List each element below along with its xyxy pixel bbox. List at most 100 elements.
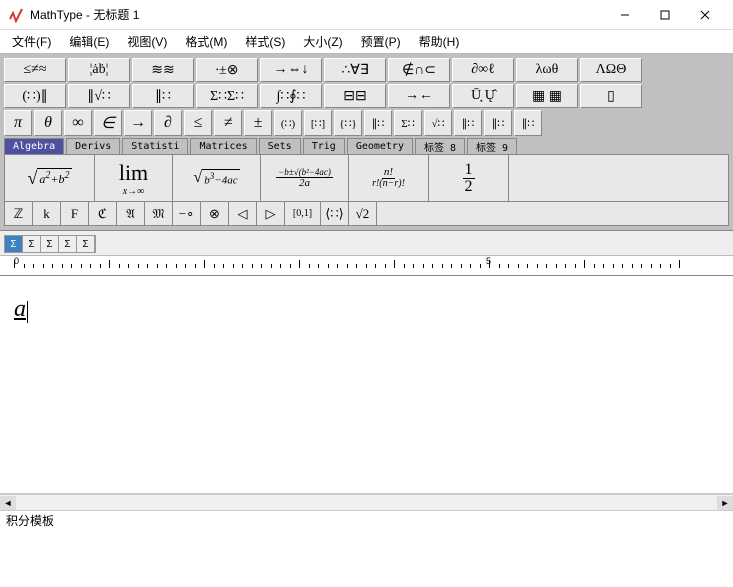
sym-sub[interactable]: ∥∷ [484, 110, 512, 136]
sym-rightarrow[interactable]: → [124, 110, 152, 136]
palette-integral[interactable]: ∫∷∮∷ [260, 84, 322, 108]
tpl-pythag[interactable]: √a2+b2 [5, 155, 95, 201]
size-btn-1[interactable]: Σ [5, 236, 23, 252]
palette-greek-uc[interactable]: ΛΩΘ [580, 58, 642, 82]
sym-plusminus[interactable]: ± [244, 110, 272, 136]
size-toolbar: Σ Σ Σ Σ Σ [4, 235, 96, 253]
menu-file[interactable]: 文件(F) [4, 30, 59, 53]
sym-m[interactable]: 𝔐 [145, 202, 173, 225]
palette-spaces[interactable]: ¦ȧḃ¦ [68, 58, 130, 82]
sym-pi[interactable]: π [4, 110, 32, 136]
sym-frac[interactable]: ∥∷ [364, 110, 392, 136]
sym-sup[interactable]: ∥∷ [454, 110, 482, 136]
sym-subsup[interactable]: ∥∷ [514, 110, 542, 136]
horizontal-scrollbar[interactable]: ◄ ► [0, 494, 733, 510]
sym-angle[interactable]: ⟨∷⟩ [321, 202, 349, 225]
template-row: √a2+b2 lim x→∞ √b3−4ac −b±√(b²−4ac)2a n!… [4, 154, 729, 202]
symbol-row-2: ℤ k F ℭ 𝔄 𝔐 −∘ ⊗ ◁ ▷ [0,1] ⟨∷⟩ √2 [4, 202, 729, 226]
sym-brace[interactable]: {∷} [334, 110, 362, 136]
minimize-button[interactable] [605, 1, 645, 29]
menu-style[interactable]: 样式(S) [237, 30, 293, 53]
sym-sqrt2[interactable]: √2 [349, 202, 377, 225]
sym-otimes[interactable]: ⊗ [201, 202, 229, 225]
palette-operators[interactable]: ∙±⊗ [196, 58, 258, 82]
equation-editor[interactable]: a [0, 276, 733, 494]
toolbar-area: ≤≠≈ ¦ȧḃ¦ ≋≋ ∙±⊗ →⇔↓ ∴∀∃ ∉∩⊂ ∂∞ℓ λωθ ΛΩΘ … [0, 54, 733, 231]
palette-subsup[interactable]: ∥∷ [132, 84, 194, 108]
palette-fractions[interactable]: ∥√∷ [68, 84, 130, 108]
size-btn-4[interactable]: Σ [59, 236, 77, 252]
palette-box[interactable]: ▯ [580, 84, 642, 108]
size-btn-2[interactable]: Σ [23, 236, 41, 252]
palette-greek-lc[interactable]: λωθ [516, 58, 578, 82]
sym-interval[interactable]: [0,1] [285, 202, 321, 225]
sym-empty[interactable] [377, 202, 728, 225]
size-btn-5[interactable]: Σ [77, 236, 95, 252]
tpl-binomial[interactable]: n!r!(n−r)! [349, 155, 429, 201]
menu-view[interactable]: 视图(V) [119, 30, 175, 53]
scroll-left-icon[interactable]: ◄ [0, 496, 16, 510]
window-title: MathType - 无标题 1 [30, 6, 605, 23]
sym-minus-o[interactable]: −∘ [173, 202, 201, 225]
sym-theta[interactable]: θ [34, 110, 62, 136]
tab-geometry[interactable]: Geometry [347, 138, 413, 154]
palette-arrows[interactable]: →⇔↓ [260, 58, 322, 82]
menu-preset[interactable]: 预置(P) [353, 30, 409, 53]
tpl-empty[interactable] [509, 155, 728, 201]
palette-fences[interactable]: (∷)∥ [4, 84, 66, 108]
size-btn-3[interactable]: Σ [41, 236, 59, 252]
palette-relational[interactable]: ≤≠≈ [4, 58, 66, 82]
tab-algebra[interactable]: Algebra [4, 138, 64, 154]
palette-misc[interactable]: ∂∞ℓ [452, 58, 514, 82]
sym-tri-left[interactable]: ◁ [229, 202, 257, 225]
scroll-right-icon[interactable]: ► [717, 496, 733, 510]
sym-f[interactable]: F [61, 202, 89, 225]
menu-format[interactable]: 格式(M) [177, 30, 235, 53]
palette-matrix[interactable]: ▦ ▦ [516, 84, 578, 108]
sym-k[interactable]: k [33, 202, 61, 225]
tab-8[interactable]: 标签 8 [415, 138, 465, 154]
palette-summation[interactable]: Σ∷Σ∷ [196, 84, 258, 108]
tab-trig[interactable]: Trig [303, 138, 345, 154]
tpl-discriminant[interactable]: √b3−4ac [173, 155, 261, 201]
sym-sum[interactable]: Σ∷ [394, 110, 422, 136]
palette-overbar[interactable]: ⊟⊟ [324, 84, 386, 108]
tab-matrices[interactable]: Matrices [190, 138, 256, 154]
palette-row-2: (∷)∥ ∥√∷ ∥∷ Σ∷Σ∷ ∫∷∮∷ ⊟⊟ →← Ū̟ Ų̂ ▦ ▦ ▯ [4, 84, 729, 108]
menu-size[interactable]: 大小(Z) [295, 30, 350, 53]
tab-derivs[interactable]: Derivs [66, 138, 120, 154]
palette-logical[interactable]: ∴∀∃ [324, 58, 386, 82]
tpl-limit[interactable]: lim x→∞ [95, 155, 173, 201]
tpl-quadratic[interactable]: −b±√(b²−4ac)2a [261, 155, 349, 201]
sym-a[interactable]: 𝔄 [117, 202, 145, 225]
palette-labeled-arrow[interactable]: →← [388, 84, 450, 108]
sym-leq[interactable]: ≤ [184, 110, 212, 136]
close-button[interactable] [685, 1, 725, 29]
menubar: 文件(F) 编辑(E) 视图(V) 格式(M) 样式(S) 大小(Z) 预置(P… [0, 30, 733, 54]
tpl-half[interactable]: 12 [429, 155, 509, 201]
sym-bracket[interactable]: [∷] [304, 110, 332, 136]
menu-help[interactable]: 帮助(H) [411, 30, 468, 53]
palette-set-theory[interactable]: ∉∩⊂ [388, 58, 450, 82]
sym-paren[interactable]: (∷) [274, 110, 302, 136]
palette-embellish[interactable]: ≋≋ [132, 58, 194, 82]
statusbar: 积分模板 [0, 510, 733, 530]
sym-infinity[interactable]: ∞ [64, 110, 92, 136]
sym-c[interactable]: ℭ [89, 202, 117, 225]
palette-products[interactable]: Ū̟ Ų̂ [452, 84, 514, 108]
sym-elementof[interactable]: ∈ [94, 110, 122, 136]
maximize-button[interactable] [645, 1, 685, 29]
tab-9[interactable]: 标签 9 [467, 138, 517, 154]
sym-partial[interactable]: ∂ [154, 110, 182, 136]
sym-neq[interactable]: ≠ [214, 110, 242, 136]
sym-sqrt[interactable]: √∷ [424, 110, 452, 136]
tab-statisti[interactable]: Statisti [122, 138, 188, 154]
sym-tri-right[interactable]: ▷ [257, 202, 285, 225]
app-icon [8, 7, 24, 23]
tab-sets[interactable]: Sets [259, 138, 301, 154]
titlebar: MathType - 无标题 1 [0, 0, 733, 30]
tab-bar: Algebra Derivs Statisti Matrices Sets Tr… [4, 138, 729, 154]
sym-z[interactable]: ℤ [5, 202, 33, 225]
ruler[interactable]: 0 5 [0, 256, 733, 276]
menu-edit[interactable]: 编辑(E) [61, 30, 117, 53]
